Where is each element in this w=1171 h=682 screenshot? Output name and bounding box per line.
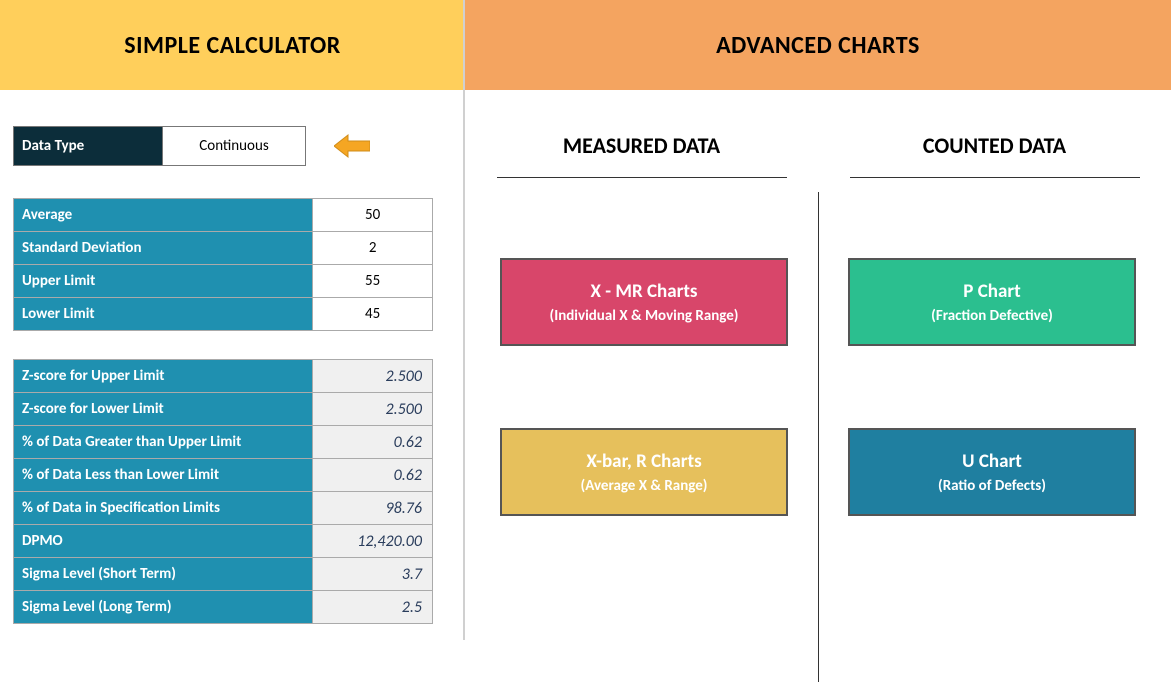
sigmashort-label: Sigma Level (Short Term) (14, 558, 313, 591)
vertical-section-divider (818, 192, 819, 682)
pless-label: % of Data Less than Lower Limit (14, 459, 313, 492)
counted-data-title: COUNTED DATA (818, 132, 1171, 159)
sigmalong-label: Sigma Level (Long Term) (14, 591, 313, 624)
measured-section: MEASURED DATA (465, 132, 818, 178)
pinspec-value: 98.76 (313, 492, 433, 525)
dpmo-label: DPMO (14, 525, 313, 558)
lower-limit-label: Lower Limit (14, 298, 313, 331)
u-subtitle: (Ratio of Defects) (938, 477, 1046, 495)
counted-underline (850, 177, 1140, 178)
p-title: P Chart (963, 280, 1020, 303)
datatype-row: Data Type Continuous (13, 126, 465, 166)
average-label: Average (14, 199, 313, 232)
right-panel: ADVANCED CHARTS MEASURED DATA COUNTED DA… (465, 0, 1171, 640)
stddev-input[interactable]: 2 (313, 232, 433, 265)
left-panel: SIMPLE CALCULATOR Data Type Continuous A… (0, 0, 465, 640)
lower-limit-input[interactable]: 45 (313, 298, 433, 331)
table-row: Standard Deviation2 (14, 232, 433, 265)
calc-table: Z-score for Upper Limit2.500 Z-score for… (13, 359, 433, 624)
table-row: Upper Limit55 (14, 265, 433, 298)
table-row: % of Data Less than Lower Limit0.62 (14, 459, 433, 492)
counted-section: COUNTED DATA (818, 132, 1171, 178)
zlower-value: 2.500 (313, 393, 433, 426)
xbar-r-charts-button[interactable]: X-bar, R Charts (Average X & Range) (500, 428, 788, 516)
u-chart-button[interactable]: U Chart (Ratio of Defects) (848, 428, 1136, 516)
measured-data-title: MEASURED DATA (465, 132, 818, 159)
pless-value: 0.62 (313, 459, 433, 492)
xbar-title: X-bar, R Charts (586, 450, 701, 473)
xmr-subtitle: (Individual X & Moving Range) (550, 307, 739, 325)
p-chart-button[interactable]: P Chart (Fraction Defective) (848, 258, 1136, 346)
advanced-charts-header: ADVANCED CHARTS (465, 0, 1171, 90)
sigmashort-value: 3.7 (313, 558, 433, 591)
datatype-dropdown[interactable]: Continuous (163, 126, 306, 166)
xmr-charts-button[interactable]: X - MR Charts (Individual X & Moving Ran… (500, 258, 788, 346)
pgreater-label: % of Data Greater than Upper Limit (14, 426, 313, 459)
xbar-subtitle: (Average X & Range) (581, 477, 708, 495)
zupper-label: Z-score for Upper Limit (14, 360, 313, 393)
table-row: % of Data Greater than Upper Limit0.62 (14, 426, 433, 459)
pgreater-value: 0.62 (313, 426, 433, 459)
u-title: U Chart (962, 450, 1022, 473)
table-row: Average50 (14, 199, 433, 232)
table-row: DPMO12,420.00 (14, 525, 433, 558)
zupper-value: 2.500 (313, 360, 433, 393)
arrow-left-icon (334, 133, 370, 159)
input-table: Average50 Standard Deviation2 Upper Limi… (13, 198, 433, 331)
pinspec-label: % of Data in Specification Limits (14, 492, 313, 525)
xmr-title: X - MR Charts (590, 280, 697, 303)
simple-calculator-header: SIMPLE CALCULATOR (0, 0, 465, 90)
table-row: % of Data in Specification Limits98.76 (14, 492, 433, 525)
upper-limit-input[interactable]: 55 (313, 265, 433, 298)
dpmo-value: 12,420.00 (313, 525, 433, 558)
table-row: Sigma Level (Long Term)2.5 (14, 591, 433, 624)
zlower-label: Z-score for Lower Limit (14, 393, 313, 426)
upper-limit-label: Upper Limit (14, 265, 313, 298)
table-row: Sigma Level (Short Term)3.7 (14, 558, 433, 591)
table-row: Z-score for Lower Limit2.500 (14, 393, 433, 426)
section-titles: MEASURED DATA COUNTED DATA (465, 132, 1171, 178)
stddev-label: Standard Deviation (14, 232, 313, 265)
table-row: Z-score for Upper Limit2.500 (14, 360, 433, 393)
p-subtitle: (Fraction Defective) (931, 307, 1053, 325)
table-row: Lower Limit45 (14, 298, 433, 331)
average-input[interactable]: 50 (313, 199, 433, 232)
sigmalong-value: 2.5 (313, 591, 433, 624)
datatype-label: Data Type (13, 126, 163, 166)
measured-underline (497, 177, 787, 178)
